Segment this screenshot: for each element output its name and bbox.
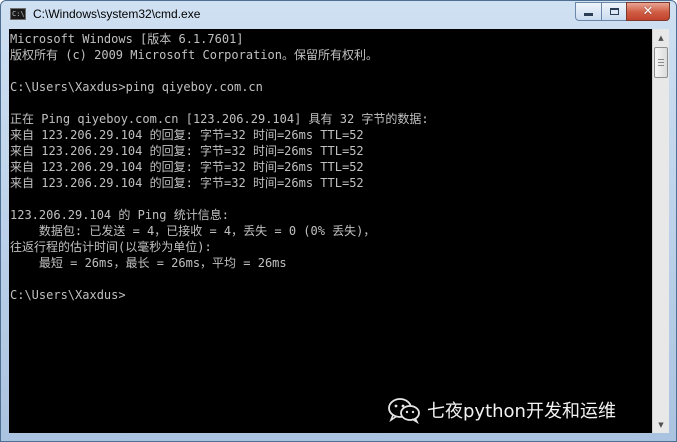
grip-line [658,62,664,63]
close-button[interactable]: ✕ [626,2,670,21]
console-line: Microsoft Windows [版本 6.1.7601] [10,32,244,46]
console-line: 123.206.29.104 的 Ping 统计信息: [10,208,229,222]
grip-line [658,59,664,60]
console-line: 来自 123.206.29.104 的回复: 字节=32 时间=26ms TTL… [10,128,364,142]
scrollbar-thumb[interactable] [654,47,668,78]
title-bar[interactable]: C:\ C:\Windows\system32\cmd.exe ✕ [1,1,676,29]
wechat-watermark: 七夜python开发和运维 [387,394,616,426]
console-output[interactable]: Microsoft Windows [版本 6.1.7601] 版权所有 (c)… [9,29,652,433]
chevron-down-icon: ▼ [658,420,664,429]
cmd-app-icon[interactable]: C:\ [10,8,26,20]
console-line: 正在 Ping qiyeboy.com.cn [123.206.29.104] … [10,112,429,126]
console-line: C:\Users\Xaxdus>ping qiyeboy.com.cn [10,80,263,94]
cmd-window: C:\ C:\Windows\system32\cmd.exe ✕ Micros… [0,0,677,442]
console-line: 数据包: 已发送 = 4，已接收 = 4，丢失 = 0 (0% 丢失)， [10,224,376,238]
maximize-icon [609,8,619,15]
vertical-scrollbar[interactable]: ▲ ▼ [652,29,669,433]
maximize-button[interactable] [601,2,627,21]
console-prompt: C:\Users\Xaxdus> [10,288,126,302]
window-title: C:\Windows\system32\cmd.exe [33,7,201,21]
console-line: 版权所有 (c) 2009 Microsoft Corporation。保留所有… [10,48,378,62]
window-controls: ✕ [575,2,670,22]
console-line: 来自 123.206.29.104 的回复: 字节=32 时间=26ms TTL… [10,176,364,190]
watermark-text: 七夜python开发和运维 [427,401,616,422]
console-line: 往返行程的估计时间(以毫秒为单位): [10,240,212,254]
grip-line [658,65,664,66]
chevron-up-icon: ▲ [658,33,664,42]
scroll-up-button[interactable]: ▲ [653,29,669,46]
console-line: 最短 = 26ms，最长 = 26ms，平均 = 26ms [10,256,287,270]
minimize-icon [584,13,593,16]
wechat-icon [388,398,420,424]
console-line: 来自 123.206.29.104 的回复: 字节=32 时间=26ms TTL… [10,144,364,158]
window-bottom-frame [1,433,676,441]
scroll-down-button[interactable]: ▼ [653,416,669,433]
console-line: 来自 123.206.29.104 的回复: 字节=32 时间=26ms TTL… [10,160,364,174]
close-icon: ✕ [642,4,654,19]
minimize-button[interactable] [575,2,602,21]
